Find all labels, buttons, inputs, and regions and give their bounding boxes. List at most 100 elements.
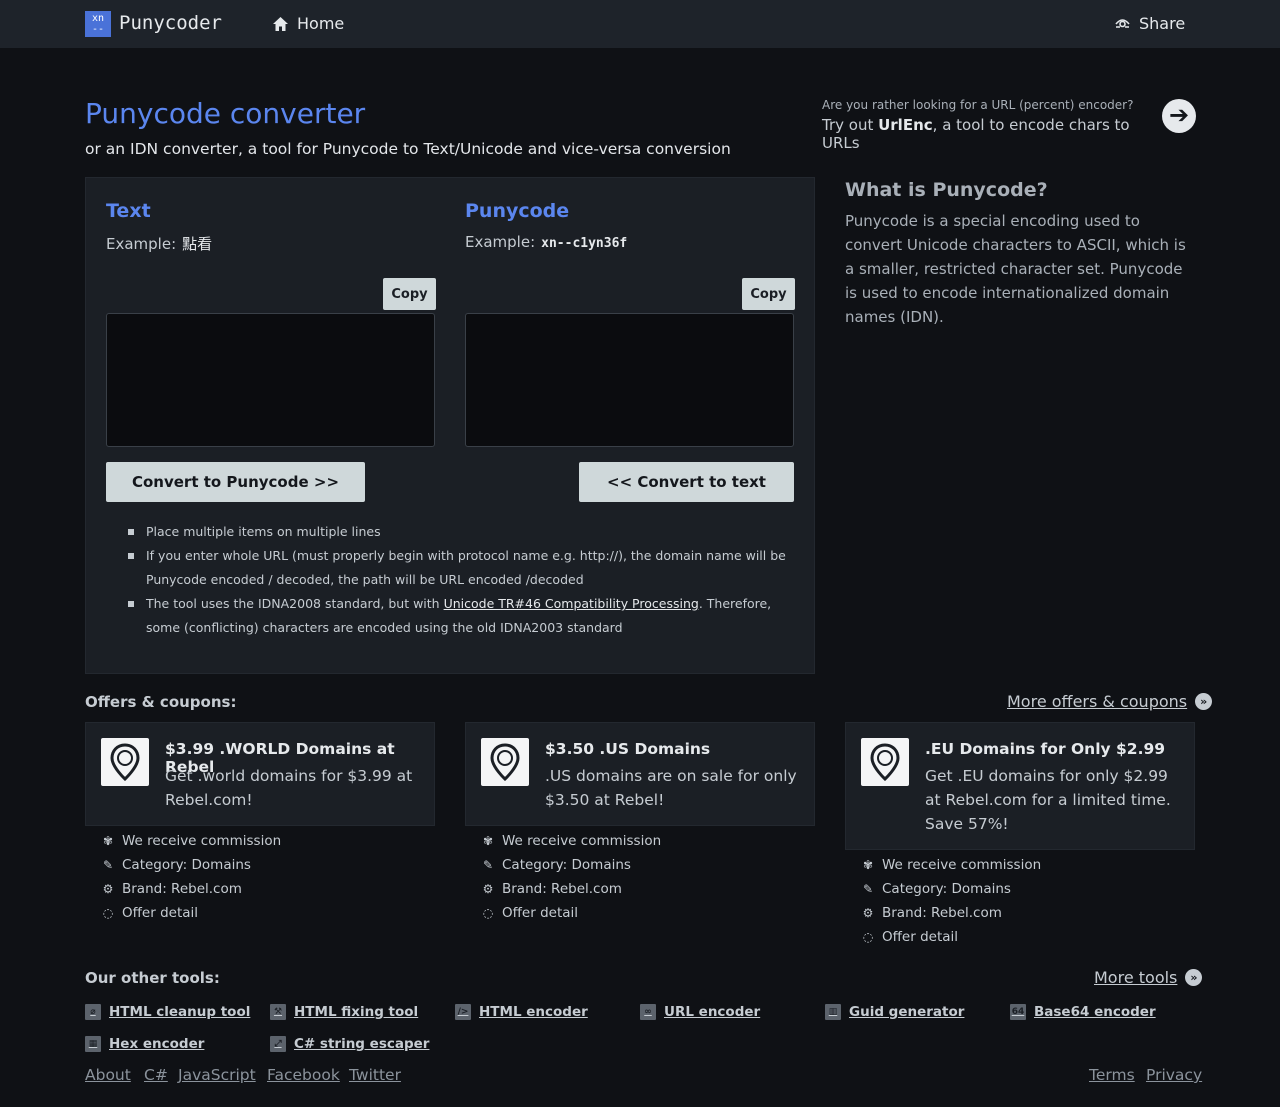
offers-heading: Offers & coupons: [85,693,237,711]
badge-icon: ✾ [482,834,494,848]
tag-icon: ✎ [102,858,114,872]
footer-privacy-link[interactable]: Privacy [1146,1066,1202,1084]
offer-brand: Brand: Rebel.com [882,905,1002,921]
text-example-value: 點看 [182,235,213,253]
nav-home-link[interactable]: Home [272,14,344,33]
copy-text-button[interactable]: Copy [383,278,436,310]
offer-title[interactable]: $3.50 .US Domains [545,740,710,758]
tool-html-cleanup[interactable]: ⌀ HTML cleanup tool [85,1004,250,1020]
footer-twitter-link[interactable]: Twitter [349,1066,401,1084]
double-chevron-right-icon: » [1185,969,1203,986]
tool-csharp-escaper[interactable]: ⤢ C# string escaper [270,1036,429,1052]
offer-description: .US domains are on sale for only $3.50 a… [545,767,797,809]
nav-home-label: Home [297,14,345,33]
more-offers-link[interactable]: More offers & coupons » [1007,692,1213,711]
double-chevron-right-icon: » [1195,693,1213,710]
wrench-icon: ⚒ [270,1004,286,1020]
punycode-input[interactable] [465,313,794,447]
footer-about-link[interactable]: About [85,1066,131,1084]
tool-label: HTML encoder [479,1004,588,1020]
offer-detail-link[interactable]: Offer detail [502,901,578,925]
logo-text[interactable]: Punycoder [119,12,222,34]
offer-detail-link[interactable]: Offer detail [122,901,198,925]
home-icon [273,16,288,31]
offer-card[interactable]: $3.50 .US Domains .US domains are on sal… [465,722,815,826]
convert-to-text-button[interactable]: << Convert to text [579,462,794,502]
tool-label: C# string escaper [294,1036,430,1052]
badge-icon: ✾ [862,858,874,872]
base64-icon: 64 [1010,1004,1026,1020]
footer-facebook-link[interactable]: Facebook [267,1066,340,1084]
tag-icon: ✎ [862,882,874,896]
map-pin-icon [101,738,149,786]
share-label: Share [1139,14,1186,33]
tool-html-fixing[interactable]: ⚒ HTML fixing tool [270,1004,418,1020]
punycode-example-label: Example: [465,233,536,251]
brand-icon: ⚙ [102,882,114,896]
share-icon [1115,18,1130,28]
grid-icon: ▦ [85,1036,101,1052]
offer-description: Get .world domains for $3.99 at Rebel.co… [165,767,413,809]
top-navbar: xn -- Punycoder Home Share [0,0,1280,48]
punycode-example-value: xn--c1yn36f [541,236,628,251]
alt-tool-name: UrlEnc [878,116,933,134]
tool-label: URL encoder [664,1004,761,1020]
tool-base64-encoder[interactable]: 64 Base64 encoder [1010,1004,1156,1020]
offer-commission: We receive commission [502,833,662,849]
offer-title[interactable]: .EU Domains for Only $2.99 [925,740,1165,758]
what-is-text: Punycode is a special encoding used to c… [845,212,1186,326]
map-pin-icon [481,738,529,786]
broom-icon: ⌀ [85,1004,101,1020]
alt-tool-text: Try out UrlEnc, a tool to encode chars t… [822,116,1152,152]
note-item: If you enter whole URL (must properly be… [126,544,786,592]
alt-tool-promo[interactable]: Are you rather looking for a URL (percen… [822,98,1152,152]
share-button[interactable]: Share [1114,14,1185,33]
badge-icon: ✾ [102,834,114,848]
tool-label: Hex encoder [109,1036,205,1052]
offer-card[interactable]: .EU Domains for Only $2.99 Get .EU domai… [845,722,1195,850]
link-icon: ∞ [640,1004,656,1020]
offer-category: Category: Domains [122,857,251,873]
offer-card[interactable]: $3.99 .WORLD Domains at Rebel Get .world… [85,722,435,826]
offer-description: Get .EU domains for only $2.99 at Rebel.… [925,767,1171,833]
punycode-column-title: Punycode [465,200,570,222]
footer-csharp-link[interactable]: C# [144,1066,168,1084]
offer-detail-link[interactable]: Offer detail [882,925,958,949]
text-example-label: Example: [106,235,177,253]
note-item: The tool uses the IDNA2008 standard, but… [126,592,786,640]
dashed-circle-icon: ◌ [102,906,114,920]
page-title: Punycode converter [85,97,366,130]
offer-category: Category: Domains [882,881,1011,897]
tool-html-encoder[interactable]: /> HTML encoder [455,1004,588,1020]
logo-icon[interactable]: xn -- [85,11,111,37]
what-is-title: What is Punycode? [845,179,1048,201]
offer-meta: ✾ We receive commission ✎ Category: Domain… [101,829,282,925]
copy-punycode-button[interactable]: Copy [742,278,795,310]
punycode-example: Example: xn--c1yn36f [465,233,627,251]
brand-icon: ⚙ [482,882,494,896]
tool-label: HTML fixing tool [294,1004,419,1020]
more-tools-link[interactable]: More tools » [1094,968,1203,987]
footer-terms-link[interactable]: Terms [1089,1066,1135,1084]
arrow-right-icon[interactable]: ➔ [1162,99,1196,133]
convert-to-punycode-button[interactable]: Convert to Punycode >> [106,462,365,502]
more-tools-label: More tools [1094,968,1178,987]
tr46-link[interactable]: Unicode TR#46 Compatibility Processing [444,596,699,611]
offer-meta: ✾ We receive commission ✎ Category: Domain… [861,853,1042,949]
tool-url-encoder[interactable]: ∞ URL encoder [640,1004,760,1020]
footer-javascript-link[interactable]: JavaScript [178,1066,256,1084]
note-item: Place multiple items on multiple lines [126,520,786,544]
text-column-title: Text [106,200,151,222]
tag-icon: ✎ [482,858,494,872]
offer-commission: We receive commission [882,857,1042,873]
text-input[interactable] [106,313,435,447]
offer-meta: ✾ We receive commission ✎ Category: Domain… [481,829,662,925]
tool-guid-generator[interactable]: ▥ Guid generator [825,1004,964,1020]
more-offers-label: More offers & coupons [1007,692,1188,711]
page-subtitle: or an IDN converter, a tool for Punycode… [85,140,731,158]
usage-notes: Place multiple items on multiple lines I… [126,520,786,640]
tool-label: HTML cleanup tool [109,1004,251,1020]
tool-hex-encoder[interactable]: ▦ Hex encoder [85,1036,204,1052]
converter-panel: Text Example: 點看 Punycode Example: xn--c1y… [85,177,815,674]
map-pin-icon [861,738,909,786]
